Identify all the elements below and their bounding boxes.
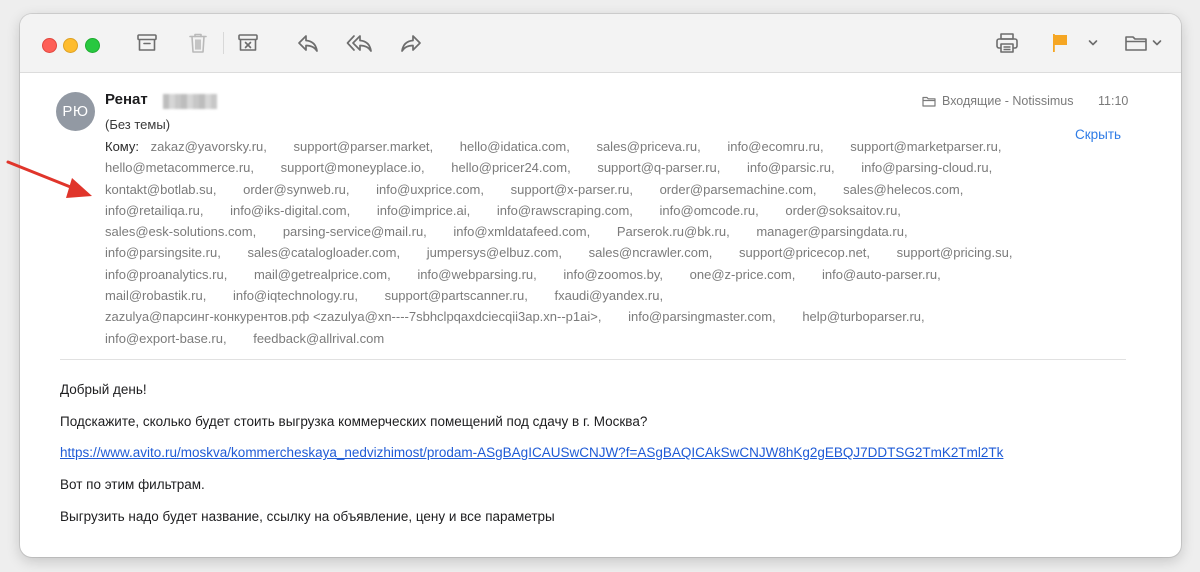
print-button[interactable] (994, 30, 1020, 56)
recipient-address[interactable]: zazulya@парсинг-конкурентов.рф <zazulya@… (105, 309, 601, 324)
recipient-address[interactable]: manager@parsingdata.ru, (756, 224, 907, 239)
recipient-address[interactable]: parsing-service@mail.ru, (283, 224, 427, 239)
junk-button[interactable] (235, 30, 261, 56)
zoom-window-button[interactable] (85, 38, 100, 53)
flag-menu-button[interactable] (1086, 30, 1100, 56)
flag-button[interactable] (1048, 30, 1072, 56)
recipient-address[interactable]: order@synweb.ru, (243, 182, 349, 197)
reply-all-icon (346, 35, 372, 52)
recipient-address[interactable]: info@webparsing.ru, (417, 267, 536, 282)
close-window-button[interactable] (42, 38, 57, 53)
recipient-address[interactable]: info@imprice.ai, (377, 203, 470, 218)
recipient-address[interactable]: info@omcode.ru, (660, 203, 759, 218)
junk-icon (238, 34, 258, 51)
recipient-address[interactable]: support@marketparser.ru, (850, 139, 1001, 154)
recipient-address[interactable]: zakaz@yavorsky.ru, (151, 139, 267, 154)
body-filters: Вот по этим фильтрам. (60, 477, 205, 492)
toolbar-separator (223, 32, 224, 54)
recipient-address[interactable]: info@iqtechnology.ru, (233, 288, 358, 303)
recipient-address[interactable]: info@parsingsite.ru, (105, 245, 221, 260)
body-request: Выгрузить надо будет название, ссылку на… (60, 509, 555, 524)
recipient-address[interactable]: info@xmldatafeed.com, (453, 224, 590, 239)
reply-all-button[interactable] (345, 30, 375, 56)
recipient-address[interactable]: info@parsingmaster.com, (628, 309, 776, 324)
recipient-address[interactable]: info@export-base.ru, (105, 331, 227, 346)
recipient-address[interactable]: info@retailiqa.ru, (105, 203, 203, 218)
folder-icon (922, 96, 936, 107)
recipient-address[interactable]: order@soksaitov.ru, (785, 203, 901, 218)
recipient-address[interactable]: hello@pricer24.com, (451, 160, 570, 175)
hide-details-link[interactable]: Скрыть (1075, 127, 1121, 142)
archive-icon (137, 34, 157, 51)
chevron-down-icon (1152, 40, 1162, 46)
sender-name[interactable]: Ренат (105, 91, 148, 108)
recipient-address[interactable]: jumpersys@elbuz.com, (427, 245, 562, 260)
chevron-down-icon (1088, 40, 1098, 46)
move-to-folder-button[interactable] (1123, 30, 1163, 56)
recipient-address[interactable]: mail@getrealprice.com, (254, 267, 391, 282)
reply-button[interactable] (294, 30, 322, 56)
recipient-address[interactable]: Parserok.ru@bk.ru, (617, 224, 730, 239)
recipient-address[interactable]: info@uxprice.com, (376, 182, 484, 197)
archive-button[interactable] (134, 30, 160, 56)
annotation-arrow (6, 160, 92, 198)
redacted-surname (163, 94, 217, 109)
recipient-address[interactable]: order@parsemachine.com, (660, 182, 817, 197)
reply-icon (298, 35, 318, 52)
recipient-address[interactable]: info@parsic.ru, (747, 160, 835, 175)
recipient-address[interactable]: feedback@allrival.com (253, 331, 384, 346)
avatar: РЮ (56, 92, 95, 131)
toolbar (20, 14, 1181, 73)
recipient-address[interactable]: info@ecomru.ru, (727, 139, 823, 154)
recipient-address[interactable]: sales@catalogloader.com, (247, 245, 400, 260)
recipient-address[interactable]: support@x-parser.ru, (511, 182, 633, 197)
forward-icon (401, 35, 421, 52)
mailbox-label[interactable]: Входящие - Notissimus (922, 94, 1074, 108)
message-view: РЮ Ренат (Без темы) Входящие - Notissimu… (20, 73, 1181, 557)
recipient-address[interactable]: info@parsing-cloud.ru, (861, 160, 992, 175)
recipient-address[interactable]: hello@idatica.com, (460, 139, 570, 154)
message-time: 11:10 (1098, 94, 1129, 108)
message-subject: (Без темы) (105, 117, 171, 132)
recipient-address[interactable]: sales@ncrawler.com, (589, 245, 713, 260)
recipient-address[interactable]: fxaudi@yandex.ru, (554, 288, 663, 303)
recipient-address[interactable]: info@auto-parser.ru, (822, 267, 941, 282)
header-divider (60, 359, 1126, 360)
recipient-address[interactable]: info@iks-digital.com, (230, 203, 350, 218)
recipient-address[interactable]: info@rawscraping.com, (497, 203, 633, 218)
recipient-address[interactable]: support@pricing.su, (897, 245, 1013, 260)
body-question: Подскажите, сколько будет стоить выгрузк… (60, 414, 648, 429)
folder-icon (1125, 36, 1147, 51)
recipient-address[interactable]: support@moneyplace.io, (281, 160, 425, 175)
recipient-address[interactable]: hello@metacommerce.ru, (105, 160, 254, 175)
recipient-address[interactable]: support@q-parser.ru, (597, 160, 720, 175)
recipient-address[interactable]: help@turboparser.ru, (802, 309, 924, 324)
delete-button[interactable] (185, 30, 211, 56)
minimize-window-button[interactable] (63, 38, 78, 53)
recipient-address[interactable]: info@zoomos.by, (563, 267, 663, 282)
avito-link[interactable]: https://www.avito.ru/moskva/kommercheska… (60, 445, 1003, 460)
recipient-address[interactable]: sales@priceva.ru, (596, 139, 700, 154)
recipient-address[interactable]: mail@robastik.ru, (105, 288, 206, 303)
trash-icon (189, 33, 207, 53)
mail-window: РЮ Ренат (Без темы) Входящие - Notissimu… (20, 14, 1181, 557)
body-greeting: Добрый день! (60, 382, 147, 397)
recipients-list: Кому: zakaz@yavorsky.ru, support@parser.… (105, 136, 1055, 349)
recipient-address[interactable]: kontakt@botlab.su, (105, 182, 216, 197)
recipient-address[interactable]: support@parser.market, (294, 139, 434, 154)
recipient-address[interactable]: sales@esk-solutions.com, (105, 224, 256, 239)
recipient-address[interactable]: support@pricecop.net, (739, 245, 870, 260)
forward-button[interactable] (397, 30, 425, 56)
flag-icon (1053, 34, 1067, 52)
to-label: Кому: (105, 139, 139, 154)
recipient-address[interactable]: one@z-price.com, (690, 267, 796, 282)
recipient-address[interactable]: sales@helecos.com, (843, 182, 963, 197)
mailbox-name: Входящие - Notissimus (942, 94, 1074, 108)
recipient-address[interactable]: support@partscanner.ru, (385, 288, 528, 303)
recipient-address[interactable]: info@proanalytics.ru, (105, 267, 227, 282)
print-icon (996, 33, 1018, 53)
